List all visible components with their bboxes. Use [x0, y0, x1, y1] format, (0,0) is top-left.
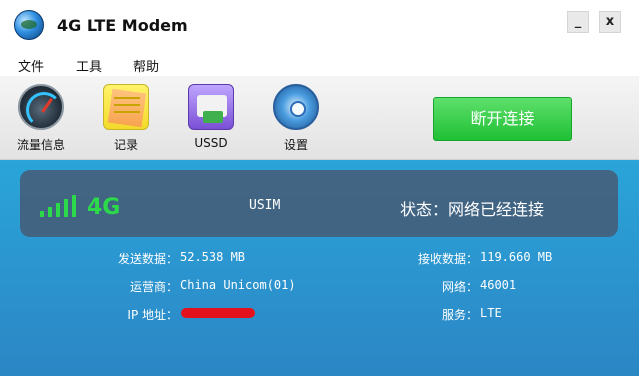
ip-address-redaction [181, 308, 255, 318]
settings-label: 设置 [283, 138, 308, 152]
service-value: LTE [480, 306, 502, 320]
ussd-button[interactable]: USSD [176, 84, 246, 156]
network-label: 网络： [441, 280, 478, 294]
records-button[interactable]: 记录 [91, 84, 161, 156]
signal-strength-icon [40, 193, 80, 217]
ussd-label: USSD [194, 136, 228, 150]
minimize-button[interactable]: _ [567, 11, 589, 33]
settings-button[interactable]: 设置 [261, 84, 331, 156]
ussd-icon [188, 84, 234, 130]
network-value: 46001 [480, 278, 517, 292]
network-type: 4G [87, 195, 121, 220]
close-button[interactable]: x [599, 11, 621, 33]
sent-data-value: 52.538 MB [180, 250, 246, 264]
app-title: 4G LTE Modem [57, 16, 188, 35]
sticky-notes-icon [103, 84, 149, 130]
traffic-info-button[interactable]: 流量信息 [6, 84, 76, 156]
carrier-value: China Unicom(01) [180, 278, 296, 292]
received-data-value: 119.660 MB [480, 250, 553, 264]
speedometer-icon [18, 84, 64, 130]
menu-help[interactable]: 帮助 [133, 56, 159, 75]
traffic-info-label: 流量信息 [16, 138, 65, 152]
menu-bar: 文件 工具 帮助 [0, 50, 639, 76]
disconnect-button[interactable]: 断开连接 [433, 97, 572, 141]
globe-icon [14, 10, 44, 40]
connection-status: 状态：网络已经连接 [400, 200, 545, 219]
status-panel: 4G USIM 状态：网络已经连接 [20, 170, 618, 237]
records-label: 记录 [113, 138, 138, 152]
received-data-label: 接收数据： [417, 252, 478, 266]
status-area: 4G USIM 状态：网络已经连接 发送数据： 52.538 MB 接收数据： … [0, 160, 639, 376]
carrier-label: 运营商： [129, 280, 178, 294]
menu-file[interactable]: 文件 [18, 56, 44, 75]
service-label: 服务： [441, 308, 478, 322]
menu-tools[interactable]: 工具 [76, 56, 102, 75]
sim-type: USIM [249, 198, 281, 213]
sent-data-label: 发送数据： [117, 252, 178, 266]
title-bar: 4G LTE Modem _ x [0, 0, 639, 50]
gear-icon [273, 84, 319, 130]
ip-address-label: IP 地址： [127, 308, 178, 322]
